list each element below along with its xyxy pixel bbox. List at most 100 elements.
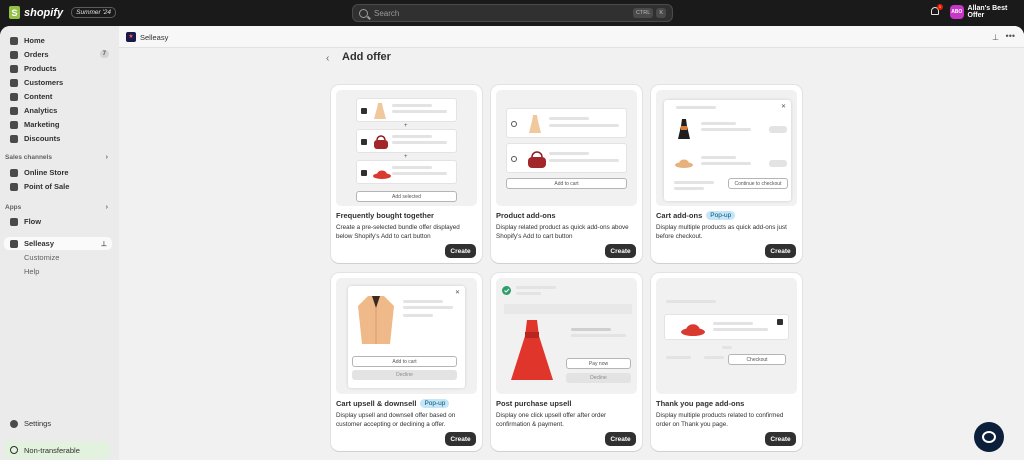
- preview-product: [664, 314, 789, 340]
- offer-card-product-addons: Add to cart Product add-ons Display rela…: [491, 85, 642, 263]
- offer-title-text: Cart add-ons: [656, 211, 703, 220]
- non-transferable-banner[interactable]: Non-transferable: [4, 441, 110, 459]
- sidebar-item-selleasy[interactable]: Selleasy ⊥: [4, 237, 112, 250]
- popup-badge: Pop-up: [706, 211, 736, 220]
- create-button[interactable]: Create: [605, 432, 636, 446]
- sidebar-item-discounts[interactable]: Discounts: [4, 132, 112, 145]
- top-bar: S shopify Summer '24 Search CTRL K 1 ABO…: [0, 0, 1024, 26]
- preview-add-to-cart-button: Add to cart: [352, 356, 457, 367]
- sidebar-item-orders[interactable]: Orders 7: [4, 48, 112, 61]
- pos-icon: [10, 182, 18, 191]
- offer-description: Display upsell and downsell offer based …: [336, 412, 456, 428]
- offer-description: Display multiple products related to con…: [656, 412, 784, 428]
- shopify-bag-icon: S: [9, 6, 20, 19]
- offer-preview: ✕ Continue to checkout: [656, 90, 797, 206]
- preview-add-button: [769, 126, 787, 133]
- preview-product: [356, 98, 457, 122]
- offer-title: Thank you page add-ons: [656, 399, 744, 408]
- sidebar-item-label: Discounts: [24, 134, 61, 143]
- sidebar-item-label: Products: [24, 64, 57, 73]
- offer-title-text: Cart upsell & downsell: [336, 399, 417, 408]
- sidebar-item-point-of-sale[interactable]: Point of Sale: [4, 180, 112, 193]
- sidebar-item-settings[interactable]: Settings: [4, 417, 112, 430]
- preview-line: [549, 159, 619, 162]
- offer-title: Cart add-ons Pop-up: [656, 211, 736, 220]
- sidebar-item-home[interactable]: Home: [4, 34, 112, 47]
- preview-line: [392, 141, 447, 144]
- sidebar-item-analytics[interactable]: Analytics: [4, 104, 112, 117]
- more-icon[interactable]: •••: [1006, 31, 1015, 41]
- store-menu[interactable]: ABO Allan's Best Offer: [950, 5, 1024, 19]
- sidebar-item-customers[interactable]: Customers: [4, 76, 112, 89]
- pin-icon[interactable]: ⊥: [992, 33, 999, 42]
- preview-add-button: [769, 160, 787, 167]
- sidebar: Home Orders 7 Products Customers Content …: [0, 26, 119, 460]
- create-button[interactable]: Create: [605, 244, 636, 258]
- preview-line: [713, 328, 768, 331]
- sidebar-item-marketing[interactable]: Marketing: [4, 118, 112, 131]
- create-button[interactable]: Create: [445, 244, 476, 258]
- preview-checkout-button: Continue to checkout: [728, 178, 788, 189]
- shopify-logo[interactable]: S shopify Summer '24: [9, 6, 116, 19]
- discount-icon: [10, 134, 18, 143]
- offer-title-text: Frequently bought together: [336, 211, 434, 220]
- preview-line: [403, 306, 453, 309]
- sidebar-item-label: Help: [24, 267, 40, 276]
- search-shortcut: CTRL K: [632, 8, 666, 18]
- chat-button[interactable]: [974, 422, 1004, 452]
- pin-icon[interactable]: ⊥: [101, 240, 107, 248]
- sidebar-item-content[interactable]: Content: [4, 90, 112, 103]
- sidebar-item-label: Marketing: [24, 120, 60, 129]
- offer-card-frequently-bought: + + Add selected Frequently bought toget…: [331, 85, 482, 263]
- sidebar-item-online-store[interactable]: Online Store: [4, 166, 112, 179]
- create-button[interactable]: Create: [765, 432, 796, 446]
- orders-count-badge: 7: [99, 50, 109, 58]
- preview-decline-button: Decline: [352, 370, 457, 380]
- sidebar-item-flow[interactable]: Flow: [4, 215, 112, 228]
- sidebar-item-label: Orders: [24, 50, 49, 59]
- preview-line: [713, 322, 753, 325]
- search-input[interactable]: Search CTRL K: [352, 4, 673, 22]
- preview-decline-button: Decline: [566, 373, 631, 383]
- sidebar-item-help[interactable]: Help: [4, 265, 112, 278]
- dress-icon: [374, 103, 386, 119]
- preview-popup: ✕ Add to cart Decline: [348, 286, 465, 388]
- offer-title: Post purchase upsell: [496, 399, 571, 408]
- sales-channels-heading[interactable]: Sales channels ›: [4, 154, 112, 161]
- preview-line: [701, 156, 736, 159]
- preview-line: [549, 124, 619, 127]
- offer-title-text: Thank you page add-ons: [656, 399, 745, 408]
- notifications-button[interactable]: 1: [930, 4, 943, 18]
- sidebar-item-label: Home: [24, 36, 45, 45]
- sidebar-item-products[interactable]: Products: [4, 62, 112, 75]
- shortcut-ctrl: CTRL: [632, 8, 654, 18]
- preview-line: [704, 356, 724, 359]
- apps-heading[interactable]: Apps ›: [4, 204, 112, 211]
- app-title-bar: ★ Selleasy ⊥ •••: [119, 26, 1024, 48]
- sidebar-item-customize[interactable]: Customize: [4, 251, 112, 264]
- offer-description: Display one click upsell offer after ord…: [496, 412, 607, 428]
- preview-timer-bar: [504, 304, 632, 314]
- edition-badge[interactable]: Summer '24: [71, 7, 116, 18]
- offer-card-cart-upsell: ✕ Add to cart Decline Cart upsell & down…: [331, 273, 482, 451]
- preview-line: [516, 286, 556, 289]
- content-icon: [10, 92, 18, 101]
- create-button[interactable]: Create: [765, 244, 796, 258]
- sidebar-item-label: Flow: [24, 217, 42, 226]
- sidebar-item-label: Online Store: [24, 168, 69, 177]
- home-icon: [10, 36, 18, 45]
- preview-add-selected-button: Add selected: [356, 191, 457, 202]
- back-button[interactable]: ‹: [326, 53, 329, 64]
- chat-bubble-icon: [982, 431, 996, 443]
- preview-line: [392, 135, 432, 138]
- preview-line: [549, 152, 589, 155]
- create-button[interactable]: Create: [445, 432, 476, 446]
- offer-title-text: Product add-ons: [496, 211, 556, 220]
- chevron-right-icon: ›: [105, 154, 108, 161]
- target-icon: [10, 120, 18, 129]
- preview-product: [356, 160, 457, 184]
- checkbox-icon: [361, 108, 367, 114]
- info-icon: [10, 446, 18, 454]
- store-name: Allan's Best Offer: [967, 5, 1008, 19]
- offer-description: Display related product as quick add-ons…: [496, 224, 629, 240]
